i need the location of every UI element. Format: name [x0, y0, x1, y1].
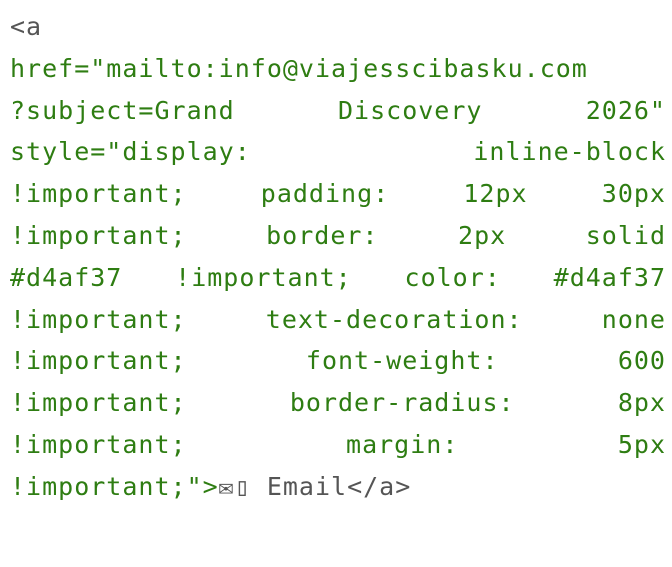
code-token: Discovery — [337, 95, 483, 125]
code-token: !important;"> — [10, 471, 219, 501]
code-token: color: — [404, 262, 501, 292]
code-token: !important; — [10, 388, 187, 418]
code-token: !important; — [10, 429, 187, 459]
code-token: #d4af37 — [553, 262, 666, 292]
code-token: 2px — [458, 220, 507, 250]
code-line: #d4af37 !important; color: #d4af37 — [10, 257, 666, 299]
code-token: 30px — [601, 179, 666, 209]
code-token: padding: — [260, 179, 390, 209]
code-line: ?subject=Grand Discovery 2026" — [10, 90, 666, 132]
code-line: <a — [10, 6, 666, 48]
code-token: inline-block — [473, 137, 666, 167]
code-token: 12px — [463, 179, 528, 209]
code-line: !important;"> ✉▯ Email</a> — [10, 466, 666, 508]
code-token: 5px — [617, 429, 666, 459]
code-token: none — [601, 304, 666, 334]
code-token: 2026" — [585, 95, 666, 125]
code-token: border: — [266, 220, 379, 250]
code-line: !important; text-decoration: none — [10, 299, 666, 341]
code-token: style="display: — [10, 137, 251, 167]
code-line: style="display: inline-block — [10, 131, 666, 173]
code-token: !important; — [175, 262, 352, 292]
code-token: <a — [10, 12, 43, 41]
code-token: !important; — [10, 304, 187, 334]
code-token: 8px — [617, 388, 666, 418]
code-token: ✉▯ Email</a> — [218, 471, 412, 501]
code-token: text-decoration: — [265, 304, 523, 334]
code-token: #d4af37 — [10, 262, 123, 292]
code-token: solid — [585, 220, 666, 250]
code-token: font-weight: — [305, 346, 499, 376]
code-token: !important; — [10, 220, 187, 250]
code-line: href="mailto:info@viajesscibasku.com — [10, 48, 666, 90]
code-token: margin: — [346, 429, 459, 459]
code-line: !important; border-radius: 8px — [10, 382, 666, 424]
code-token: 600 — [617, 346, 666, 376]
code-token: !important; — [10, 179, 187, 209]
code-token: href="mailto:info@viajesscibasku.com — [10, 53, 588, 83]
code-token: ?subject=Grand — [10, 95, 235, 125]
code-view: <a href="mailto:info@viajesscibasku.com ?s… — [0, 0, 672, 567]
code-token: !important; — [10, 346, 187, 376]
code-token: border-radius: — [289, 388, 515, 418]
code-line: !important; padding: 12px 30px — [10, 173, 666, 215]
code-line: !important; margin: 5px — [10, 424, 666, 466]
code-line: !important; border: 2px solid — [10, 215, 666, 257]
code-line: !important; font-weight: 600 — [10, 340, 666, 382]
